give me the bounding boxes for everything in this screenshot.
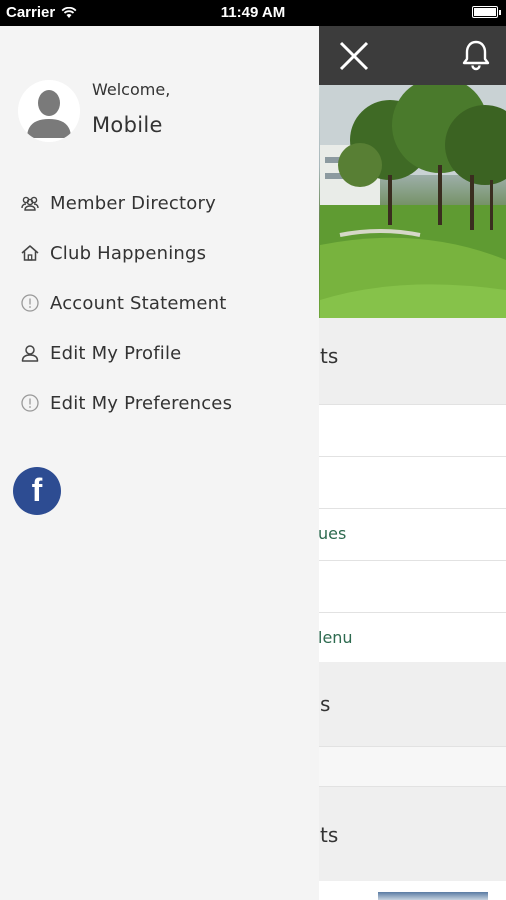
info-icon <box>21 294 39 312</box>
members-icon <box>21 196 39 211</box>
close-icon[interactable] <box>336 38 372 74</box>
user-icon <box>21 345 39 362</box>
home-icon <box>21 245 39 261</box>
section-title: ts <box>320 823 339 847</box>
menu-item-label: Edit My Profile <box>50 342 182 364</box>
menu-item-account-statement[interactable]: Account Statement <box>20 288 227 318</box>
menu-item-member-directory[interactable]: Member Directory <box>20 188 216 218</box>
facebook-icon: f <box>31 472 43 508</box>
welcome-text: Welcome, <box>92 80 171 99</box>
section-title: ts <box>320 344 339 368</box>
bell-icon[interactable] <box>459 38 493 72</box>
info-icon <box>21 394 39 412</box>
status-bar: Carrier 11:49 AM <box>0 0 506 26</box>
user-silhouette-icon <box>18 80 80 142</box>
facebook-button[interactable]: f <box>13 467 61 515</box>
thumbnail-image <box>378 892 488 900</box>
menu-item-label: Edit My Preferences <box>50 392 233 414</box>
list-item-label: lenu <box>318 628 353 647</box>
avatar[interactable] <box>18 80 80 142</box>
section-title: s <box>320 692 331 716</box>
list-item-label: ues <box>318 524 347 543</box>
menu-item-club-happenings[interactable]: Club Happenings <box>20 238 206 268</box>
user-name: Mobile <box>92 113 163 137</box>
status-time: 11:49 AM <box>220 4 286 21</box>
menu-item-label: Account Statement <box>50 292 227 314</box>
menu-item-label: Club Happenings <box>50 242 207 264</box>
menu-item-edit-preferences[interactable]: Edit My Preferences <box>20 388 232 418</box>
battery-icon <box>472 6 501 18</box>
menu-item-label: Member Directory <box>50 192 216 214</box>
menu-item-edit-profile[interactable]: Edit My Profile <box>20 338 181 368</box>
side-drawer: Welcome, Mobile Member Directory Club Ha… <box>0 26 319 900</box>
